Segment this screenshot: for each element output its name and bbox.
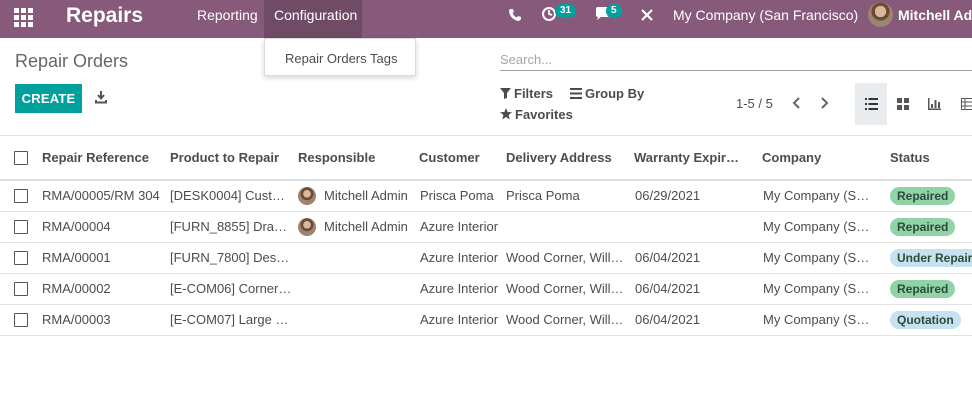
cell-company: My Company (San Francisco) bbox=[763, 250, 875, 265]
menu-reporting[interactable]: Reporting bbox=[187, 0, 268, 38]
company-switcher[interactable]: My Company (San Francisco) bbox=[673, 0, 858, 30]
phone-icon[interactable] bbox=[508, 8, 522, 22]
cell-repair-reference: RMA/00001 bbox=[42, 250, 111, 265]
menu-configuration[interactable]: Configuration bbox=[264, 0, 362, 38]
user-avatar[interactable] bbox=[868, 2, 893, 27]
cell-status: Repaired bbox=[890, 274, 972, 304]
status-badge: Repaired bbox=[890, 280, 956, 298]
responsible-avatar bbox=[298, 187, 316, 205]
cell-customer: Azure Interior bbox=[420, 281, 499, 296]
cell-warranty-expiration: 06/04/2021 bbox=[635, 250, 701, 265]
select-all-checkbox[interactable] bbox=[14, 151, 28, 165]
filter-icon bbox=[500, 88, 511, 99]
menu-item-repair-orders-tags[interactable]: Repair Orders Tags bbox=[285, 51, 397, 66]
header-repair-reference[interactable]: Repair Reference bbox=[42, 136, 164, 180]
cell-warranty-expiration: 06/29/2021 bbox=[635, 188, 701, 203]
kanban-icon bbox=[897, 98, 909, 110]
cell-product-to-repair: [FURN_7800] Desk Combination bbox=[170, 250, 292, 265]
activity-count-badge: 31 bbox=[555, 4, 577, 18]
bar-chart-icon bbox=[928, 98, 941, 110]
cell-repair-reference: RMA/00003 bbox=[42, 312, 111, 327]
message-count-badge: 5 bbox=[606, 4, 622, 18]
row-checkbox[interactable] bbox=[14, 189, 28, 203]
cell-status: Repaired bbox=[890, 181, 972, 211]
configuration-dropdown: Repair Orders Tags bbox=[264, 38, 416, 76]
chevron-right-icon[interactable] bbox=[817, 95, 831, 111]
star-icon bbox=[500, 108, 512, 120]
table-row[interactable]: RMA/00002 [E-COM06] Corner Desk Right Sit… bbox=[0, 274, 972, 305]
header-warranty-expiration[interactable]: Warranty Expiration bbox=[634, 136, 745, 180]
header-product-to-repair[interactable]: Product to Repair bbox=[170, 136, 292, 180]
graph-view-button[interactable] bbox=[919, 83, 951, 125]
cell-status: Quotation bbox=[890, 305, 972, 335]
status-badge: Quotation bbox=[890, 311, 961, 329]
responsible-avatar bbox=[298, 218, 316, 236]
cell-delivery-address: Wood Corner, Willie Burke bbox=[506, 281, 624, 296]
create-button[interactable]: CREATE bbox=[15, 84, 82, 113]
user-menu[interactable]: Mitchell Admin bbox=[898, 0, 972, 30]
cell-customer: Azure Interior bbox=[420, 250, 499, 265]
row-checkbox[interactable] bbox=[14, 313, 28, 327]
header-responsible[interactable]: Responsible bbox=[298, 136, 412, 180]
tools-icon[interactable] bbox=[640, 8, 654, 22]
cell-status: Under Repair bbox=[890, 243, 972, 273]
cell-delivery-address: Wood Corner, Willie Burke bbox=[506, 250, 624, 265]
cell-responsible: Mitchell Admin bbox=[324, 219, 408, 234]
download-icon[interactable] bbox=[94, 90, 108, 104]
table-icon bbox=[961, 98, 972, 110]
cell-company: My Company (San Francisco) bbox=[763, 188, 875, 203]
cell-repair-reference: RMA/00005/RM 304 bbox=[42, 188, 160, 203]
list-view-button[interactable] bbox=[855, 83, 887, 125]
app-grid-icon[interactable] bbox=[12, 6, 36, 30]
status-badge: Under Repair bbox=[890, 249, 972, 267]
cell-warranty-expiration: 06/04/2021 bbox=[635, 312, 701, 327]
header-delivery-address[interactable]: Delivery Address bbox=[506, 136, 628, 180]
cell-repair-reference: RMA/00002 bbox=[42, 281, 111, 296]
table-row[interactable]: RMA/00005/RM 304 [DESK0004] Customizable … bbox=[0, 181, 972, 212]
cell-delivery-address: Prisca Poma bbox=[506, 188, 580, 203]
cell-customer: Azure Interior bbox=[420, 219, 499, 234]
pager-value[interactable]: 1-5 / 5 bbox=[736, 96, 773, 111]
table-header: Repair Reference Product to Repair Respo… bbox=[0, 135, 972, 181]
cell-responsible: Mitchell Admin bbox=[324, 188, 408, 203]
row-checkbox[interactable] bbox=[14, 220, 28, 234]
app-title[interactable]: Repairs bbox=[66, 3, 143, 29]
cell-product-to-repair: [FURN_8855] Drawer bbox=[170, 219, 292, 234]
search-input[interactable] bbox=[500, 48, 972, 70]
cell-delivery-address: Wood Corner, Willie Burke bbox=[506, 312, 624, 327]
cell-product-to-repair: [DESK0004] Customizable Desk bbox=[170, 188, 292, 203]
header-status[interactable]: Status bbox=[890, 136, 972, 180]
page-title: Repair Orders bbox=[15, 51, 129, 71]
kanban-view-button[interactable] bbox=[887, 83, 919, 125]
cell-product-to-repair: [E-COM07] Large Cabinet bbox=[170, 312, 292, 327]
cell-status: Repaired bbox=[890, 212, 972, 242]
cell-product-to-repair: [E-COM06] Corner Desk Right Sit bbox=[170, 281, 292, 296]
status-badge: Repaired bbox=[890, 218, 956, 236]
group-by-button[interactable]: Group By bbox=[585, 86, 644, 101]
cell-customer: Prisca Poma bbox=[420, 188, 494, 203]
header-company[interactable]: Company bbox=[762, 136, 882, 180]
group-by-icon bbox=[570, 88, 582, 99]
table-row[interactable]: RMA/00001 [FURN_7800] Desk Combination Azu… bbox=[0, 243, 972, 274]
favorites-button[interactable]: Favorites bbox=[515, 107, 573, 122]
cell-repair-reference: RMA/00004 bbox=[42, 219, 111, 234]
top-navbar: Repairs Reporting Configuration 31 5 My … bbox=[0, 0, 972, 38]
table-row[interactable]: RMA/00003 [E-COM07] Large Cabinet Azure In… bbox=[0, 305, 972, 336]
cell-company: My Company (San Francisco) bbox=[763, 281, 875, 296]
status-badge: Repaired bbox=[890, 187, 956, 205]
row-checkbox[interactable] bbox=[14, 282, 28, 296]
cell-warranty-expiration: 06/04/2021 bbox=[635, 281, 701, 296]
filters-button[interactable]: Filters bbox=[514, 86, 553, 101]
row-checkbox[interactable] bbox=[14, 251, 28, 265]
header-customer[interactable]: Customer bbox=[419, 136, 499, 180]
search-bar bbox=[500, 48, 972, 71]
chevron-left-icon[interactable] bbox=[790, 95, 804, 111]
cell-company: My Company (San Francisco) bbox=[763, 219, 875, 234]
list-icon bbox=[865, 98, 878, 110]
table-row[interactable]: RMA/00004 [FURN_8855] Drawer Mitchell Admi… bbox=[0, 212, 972, 243]
cell-company: My Company (San Francisco) bbox=[763, 312, 875, 327]
cell-customer: Azure Interior bbox=[420, 312, 499, 327]
pivot-view-button[interactable] bbox=[951, 83, 972, 125]
